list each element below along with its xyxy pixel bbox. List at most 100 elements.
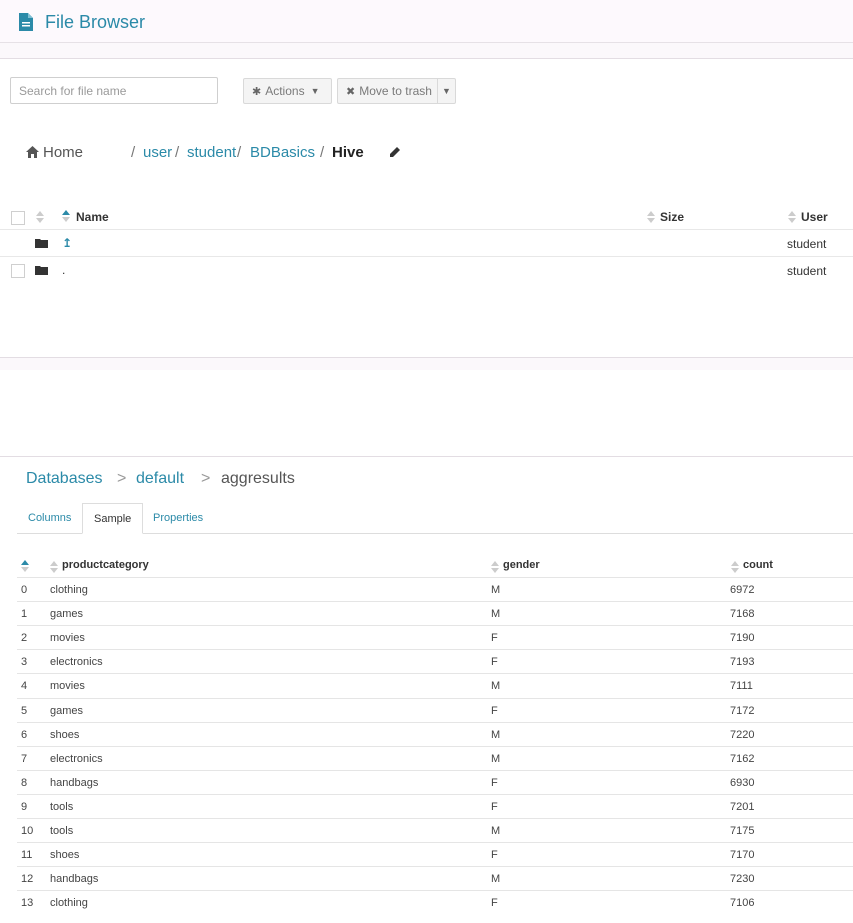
close-icon: ✖: [346, 85, 356, 98]
row-index: 2: [21, 632, 28, 644]
file-name-current[interactable]: .: [62, 263, 65, 277]
db-breadcrumb-default[interactable]: default: [136, 470, 184, 488]
cell-productcategory: clothing: [50, 897, 88, 909]
actions-label: Actions: [265, 84, 305, 98]
sort-ascending-icon[interactable]: [62, 210, 70, 222]
cell-gender: F: [491, 656, 498, 668]
app-header: File Browser: [0, 0, 853, 43]
file-search-input[interactable]: [10, 77, 218, 104]
row-index: 8: [21, 777, 28, 789]
trash-options-dropdown[interactable]: ▼: [437, 78, 456, 104]
actions-dropdown-button[interactable]: ✱ Actions ▼: [243, 78, 332, 104]
row-divider: [0, 229, 853, 230]
chevron-down-icon: ▼: [310, 86, 320, 96]
row-divider: [17, 746, 853, 747]
sort-icon[interactable]: [731, 561, 739, 573]
sort-icon[interactable]: [647, 211, 655, 223]
cell-count: 7220: [730, 729, 755, 741]
folder-icon: [35, 266, 48, 275]
column-header-name[interactable]: Name: [76, 210, 109, 224]
cell-gender: F: [491, 849, 498, 861]
column-header-productcategory[interactable]: productcategory: [62, 559, 149, 571]
breadcrumb-user[interactable]: user: [143, 144, 172, 161]
cell-gender: M: [491, 680, 501, 692]
row-index: 1: [21, 608, 28, 620]
row-divider: [0, 256, 853, 257]
section-divider: [0, 456, 853, 457]
home-icon: [26, 146, 39, 158]
sort-ascending-icon[interactable]: [21, 560, 29, 572]
cell-count: 6972: [730, 584, 755, 596]
cell-count: 7168: [730, 608, 755, 620]
sort-icon[interactable]: [788, 211, 796, 223]
cell-count: 7190: [730, 632, 755, 644]
cell-productcategory: movies: [50, 632, 85, 644]
row-index: 6: [21, 729, 28, 741]
tab-properties[interactable]: Properties: [142, 503, 214, 533]
db-breadcrumb-separator: >: [117, 470, 127, 487]
cell-gender: M: [491, 608, 501, 620]
cell-count: 7201: [730, 801, 755, 813]
row-divider: [17, 722, 853, 723]
row-index: 9: [21, 801, 28, 813]
tab-label: Sample: [94, 512, 132, 525]
file-name-parent[interactable]: ↥: [62, 236, 72, 250]
breadcrumb-bdbasics[interactable]: BDBasics: [250, 144, 315, 161]
cell-productcategory: games: [50, 705, 84, 717]
tab-sample[interactable]: Sample: [82, 503, 144, 534]
app-title: File Browser: [45, 12, 146, 32]
cell-productcategory: electronics: [50, 753, 103, 765]
db-breadcrumb-current: aggresults: [221, 470, 295, 487]
row-divider: [17, 866, 853, 867]
file-document-icon: [19, 13, 33, 31]
file-user: student: [787, 237, 827, 251]
row-divider: [17, 649, 853, 650]
section-divider: [0, 357, 853, 370]
column-header-gender[interactable]: gender: [503, 559, 540, 571]
db-breadcrumb-separator: >: [201, 470, 211, 487]
cell-productcategory: handbags: [50, 873, 99, 885]
cell-productcategory: shoes: [50, 849, 80, 861]
cell-gender: F: [491, 801, 498, 813]
cell-gender: M: [491, 753, 501, 765]
column-header-size[interactable]: Size: [660, 210, 684, 224]
row-index: 5: [21, 705, 28, 717]
row-divider: [17, 625, 853, 626]
cell-productcategory: handbags: [50, 777, 99, 789]
row-divider: [17, 673, 853, 674]
cell-count: 6930: [730, 777, 755, 789]
cell-count: 7170: [730, 849, 755, 861]
breadcrumb-separator: /: [237, 144, 242, 161]
breadcrumb-student[interactable]: student: [187, 144, 236, 161]
row-checkbox[interactable]: [11, 264, 25, 278]
row-index: 4: [21, 680, 28, 692]
sort-icon[interactable]: [491, 561, 499, 573]
cell-gender: F: [491, 632, 498, 644]
sort-icon[interactable]: [36, 211, 44, 223]
column-header-count[interactable]: count: [743, 559, 773, 571]
cell-gender: F: [491, 705, 498, 717]
select-all-checkbox[interactable]: [11, 211, 25, 225]
trash-label: Move to trash: [359, 84, 432, 98]
cell-productcategory: movies: [50, 680, 85, 692]
column-header-user[interactable]: User: [801, 210, 828, 224]
sort-icon[interactable]: [50, 561, 58, 573]
cell-gender: F: [491, 897, 498, 909]
cell-count: 7230: [730, 873, 755, 885]
cell-productcategory: electronics: [50, 656, 103, 668]
cell-productcategory: tools: [50, 801, 74, 813]
db-breadcrumb-databases[interactable]: Databases: [26, 470, 103, 488]
tab-label: Properties: [153, 512, 204, 524]
move-to-trash-button[interactable]: ✖ Move to trash: [337, 78, 437, 104]
row-index: 3: [21, 656, 28, 668]
cell-productcategory: shoes: [50, 729, 80, 741]
row-divider: [17, 770, 853, 771]
breadcrumb-separator: /: [175, 144, 180, 161]
cell-count: 7175: [730, 825, 755, 837]
gear-icon: ✱: [252, 85, 262, 98]
cell-count: 7172: [730, 705, 755, 717]
file-user: student: [787, 264, 827, 278]
pencil-icon[interactable]: [389, 146, 401, 158]
tab-columns[interactable]: Columns: [17, 503, 82, 533]
breadcrumb-home[interactable]: Home: [43, 144, 83, 161]
